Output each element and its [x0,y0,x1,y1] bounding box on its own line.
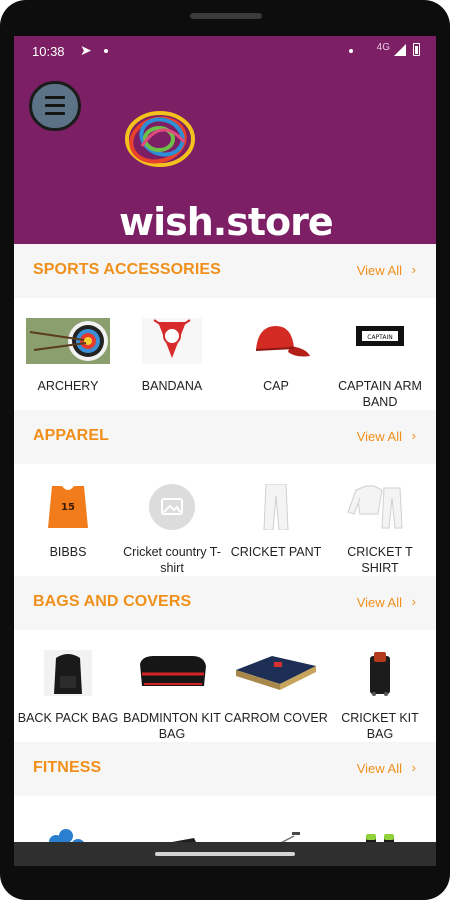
category-item-cricket-kit-bag[interactable]: CRICKET KIT BAG [328,650,432,742]
bib-number: 15 [61,502,75,513]
category-item-cap[interactable]: CAP [224,318,328,394]
view-all-link[interactable]: View All [357,263,402,278]
category-item-label: CAP [263,379,289,393]
category-list: SPORTS ACCESSORIES View All › ARCHERY BA… [14,244,436,866]
home-gesture-handle[interactable] [155,852,295,856]
cap-icon [234,318,318,364]
image-placeholder-icon [130,484,214,530]
status-bar: 10:38 ➤ 4G [14,36,436,66]
category-item-label: BADMINTON KIT BAG [123,711,221,741]
category-item-label: BIBBS [49,545,87,559]
category-item-label: BACK PACK BAG [17,711,119,725]
hero-banner[interactable]: wish.store [14,66,436,262]
category-item-bibbs[interactable]: 15 BIBBS [16,484,120,560]
category-item-cricket-t-shirt[interactable]: CRICKET T SHIRT [328,484,432,576]
section-title: APPAREL [33,427,109,444]
category-item-label: CAPTAIN ARM BAND [338,379,422,409]
carrom-cover-icon [234,650,318,696]
category-item-label: CRICKET PANT [230,545,322,559]
section-items-sports-accessories: ARCHERY BANDANA CAP CAPTAIN CAPTAIN ARM … [14,298,436,410]
bandana-icon [130,318,214,364]
category-item-captain-arm-band[interactable]: CAPTAIN CAPTAIN ARM BAND [328,318,432,410]
section-header-fitness: FITNESS View All › [14,742,436,796]
bibb-icon: 15 [26,484,110,530]
phone-frame: 10:38 ➤ 4G wish.store SPORTS ACCESSORIES… [0,0,450,900]
category-item-cricket-country-t-shirt[interactable]: Cricket country T-shirt [120,484,224,576]
cricket-pant-icon [234,483,318,531]
wishstore-logo-icon [125,111,195,167]
chevron-right-icon[interactable]: › [412,262,416,277]
telegram-icon: ➤ [80,42,92,58]
arm-band-text: CAPTAIN [367,334,392,341]
signal-icon [394,44,406,56]
hamburger-menu-icon[interactable] [29,81,81,131]
category-item-label: CRICKET KIT BAG [341,711,419,741]
view-all-link[interactable]: View All [357,595,402,610]
category-item-label: Cricket country T-shirt [123,545,221,575]
category-item-label: BANDANA [141,379,203,393]
category-item-label: ARCHERY [37,379,99,393]
section-title: FITNESS [33,759,102,776]
battery-icon [413,43,420,56]
archery-target-icon [26,318,110,364]
category-item-back-pack-bag[interactable]: BACK PACK BAG [16,650,120,726]
app-screen: 10:38 ➤ 4G wish.store SPORTS ACCESSORIES… [14,36,436,866]
chevron-right-icon[interactable]: › [412,594,416,609]
cricket-kit-bag-icon [338,650,422,696]
category-item-cricket-pant[interactable]: CRICKET PANT [224,483,328,560]
section-header-apparel: APPAREL View All › [14,410,436,464]
section-title: BAGS AND COVERS [33,593,192,610]
status-dot-icon [349,49,353,53]
category-item-label: CRICKET T SHIRT [347,545,413,575]
notification-dot-icon [104,49,108,53]
section-items-bags-and-covers: BACK PACK BAG BADMINTON KIT BAG CARROM C… [14,630,436,742]
badminton-kit-bag-icon [130,650,214,696]
category-item-carrom-cover[interactable]: CARROM COVER [224,650,328,726]
view-all-link[interactable]: View All [357,761,402,776]
phone-speaker [190,13,262,19]
section-title: SPORTS ACCESSORIES [33,261,221,278]
backpack-icon [26,650,110,696]
cricket-tshirt-icon [338,484,422,530]
section-header-sports-accessories: SPORTS ACCESSORIES View All › [14,244,436,298]
network-type: 4G [376,42,390,53]
category-item-archery[interactable]: ARCHERY [16,318,120,394]
brand-logo-text: wish.store [119,200,334,244]
section-items-apparel: 15 BIBBS Cricket country T-shirt CRICKET… [14,464,436,576]
category-item-label: CARROM COVER [224,711,328,725]
status-time: 10:38 [32,44,65,59]
chevron-right-icon[interactable]: › [412,428,416,443]
system-nav-bar [14,842,436,866]
section-header-bags-and-covers: BAGS AND COVERS View All › [14,576,436,630]
category-item-bandana[interactable]: BANDANA [120,318,224,394]
chevron-right-icon[interactable]: › [412,760,416,775]
category-item-badminton-kit-bag[interactable]: BADMINTON KIT BAG [120,650,224,742]
captain-arm-band-icon: CAPTAIN [338,318,422,364]
view-all-link[interactable]: View All [357,429,402,444]
